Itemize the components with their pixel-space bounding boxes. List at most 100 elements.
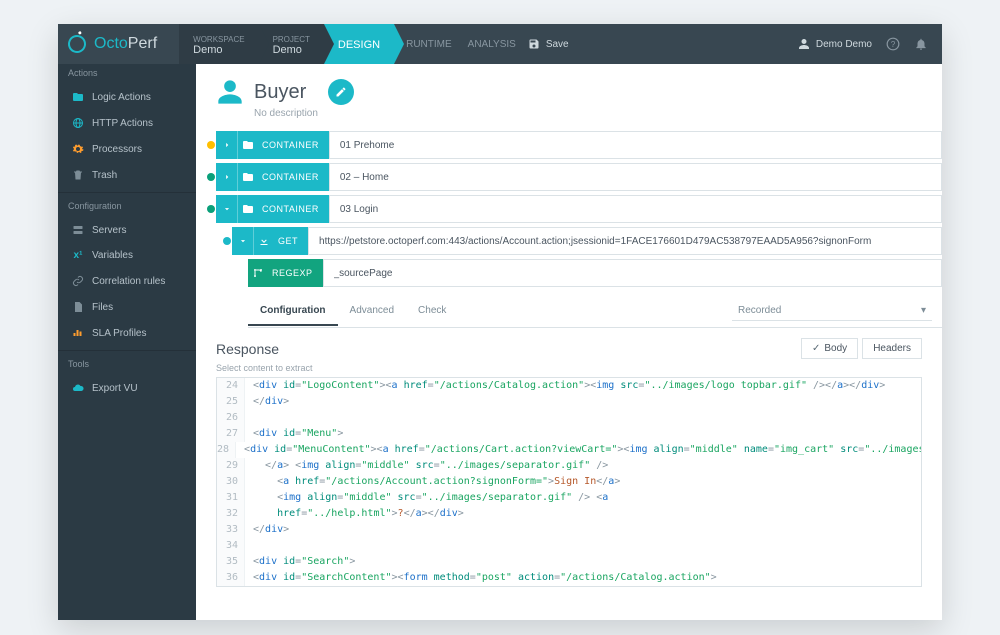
sidebar-item-processors[interactable]: Processors [58,136,196,162]
expand-toggle[interactable] [232,227,254,255]
container-name[interactable]: 03 Login [329,195,942,223]
node-type-label: CONTAINER [258,204,329,214]
action-tree: CONTAINER01 PrehomeCONTAINER02 – HomeCON… [196,131,942,291]
sidebar-item-sla-profiles[interactable]: SLA Profiles [58,320,196,346]
file-icon [72,301,84,313]
extractor-name-input[interactable] [334,268,931,279]
sidebar-item-label: Correlation rules [92,276,165,287]
container-node[interactable]: CONTAINER02 – Home [206,163,942,191]
code-line[interactable]: 27<div id="Menu"> [217,426,921,442]
container-name[interactable]: 01 Prehome [329,131,942,159]
save-icon [528,38,540,50]
vu-header: Buyer [196,64,942,114]
link-icon [72,275,84,287]
cloud-icon [72,382,84,394]
edit-button[interactable] [328,79,354,105]
sidebar-item-export-vu[interactable]: Export VU [58,375,196,401]
sidebar-item-label: Processors [92,144,142,155]
sidebar-item-variables[interactable]: x¹ Variables [58,243,196,268]
breadcrumb-workspace[interactable]: WORKSPACE Demo [179,24,258,64]
folder-icon [238,139,258,151]
response-code[interactable]: 24<div id="LogoContent"><a href="/action… [216,377,922,587]
recorded-select[interactable]: Recorded ▾ [732,301,932,321]
branch-icon [248,267,268,279]
extractor-tabs: ConfigurationAdvancedCheck Recorded ▾ [248,295,942,328]
svg-text:?: ? [891,40,896,49]
code-line[interactable]: 26 [217,410,921,426]
sidebar-item-correlation-rules[interactable]: Correlation rules [58,268,196,294]
sidebar-item-label: SLA Profiles [92,328,146,339]
code-line[interactable]: 34 [217,538,921,554]
chevron-down-icon: ▾ [921,305,926,316]
sidebar-item-http-actions[interactable]: HTTP Actions [58,110,196,136]
user-icon [798,38,810,50]
sidebar-item-trash[interactable]: Trash [58,162,196,188]
extractor-type: REGEXP [268,268,323,278]
sidebar-item-label: Logic Actions [92,92,151,103]
url-input[interactable] [319,236,931,247]
sidebar-section-title: Configuration [58,197,196,217]
topbar: OctoPerf WORKSPACE Demo PROJECT Demo DES… [58,24,942,64]
sidebar-item-label: Servers [92,225,126,236]
bell-icon[interactable] [914,37,928,51]
sidebar-item-label: Files [92,302,113,313]
sidebar: Actions Logic Actions HTTP Actions Processo… [58,64,196,620]
code-line[interactable]: 30 <a href="/actions/Account.action?sign… [217,474,921,490]
globe-icon [72,117,84,129]
code-line[interactable]: 29 </a> <img align="middle" src="../imag… [217,458,921,474]
nav-analysis[interactable]: ANALYSIS [468,39,516,50]
tab-check[interactable]: Check [406,297,458,325]
code-line[interactable]: 32 href="../help.html">?</a></div> [217,506,921,522]
sidebar-item-label: Variables [92,250,133,261]
response-title: Response [216,341,279,357]
code-line[interactable]: 28<div id="MenuContent"><a href="/action… [217,442,921,458]
folder-icon [238,171,258,183]
sidebar-item-servers[interactable]: Servers [58,217,196,243]
vu-name: Buyer [254,81,306,104]
code-line[interactable]: 36<div id="SearchContent"><form method="… [217,570,921,586]
logo[interactable]: OctoPerf [58,35,171,53]
node-type-label: CONTAINER [258,140,329,150]
nav-runtime[interactable]: RUNTIME [406,39,452,50]
download-icon [254,235,274,247]
code-line[interactable]: 37 <input size="14" name="keyword" type=… [217,586,921,587]
folder-icon [238,203,258,215]
tab-advanced[interactable]: Advanced [338,297,406,325]
server-icon [72,224,84,236]
logo-icon [65,32,88,55]
extractor-name[interactable] [323,259,942,287]
expand-toggle[interactable] [216,195,238,223]
user-menu[interactable]: Demo Demo [798,38,872,50]
trash-icon [72,169,84,181]
vu-description: No description [196,108,942,119]
sidebar-item-label: Export VU [92,383,138,394]
tab-configuration[interactable]: Configuration [248,297,338,326]
help-icon[interactable]: ? [886,37,900,51]
expand-toggle[interactable] [216,163,238,191]
save-button[interactable]: Save [528,38,569,50]
code-line[interactable]: 35<div id="Search"> [217,554,921,570]
var-icon: x¹ [72,250,84,261]
sidebar-item-logic-actions[interactable]: Logic Actions [58,84,196,110]
headers-toggle[interactable]: Headers [862,338,922,359]
container-node[interactable]: CONTAINER01 Prehome [206,131,942,159]
sla-icon [72,327,84,339]
sidebar-section-title: Tools [58,355,196,375]
pencil-icon [335,86,347,98]
nav-design[interactable]: DESIGN [324,24,394,64]
body-toggle[interactable]: Body [801,338,858,359]
node-type-label: CONTAINER [258,172,329,182]
request-node[interactable]: GET [222,227,942,255]
container-node[interactable]: CONTAINER03 Login [206,195,942,223]
code-line[interactable]: 25</div> [217,394,921,410]
sidebar-item-files[interactable]: Files [58,294,196,320]
expand-toggle[interactable] [216,131,238,159]
code-line[interactable]: 33</div> [217,522,921,538]
request-url[interactable] [308,227,942,255]
code-line[interactable]: 24<div id="LogoContent"><a href="/action… [217,378,921,394]
sidebar-section-title: Actions [58,64,196,84]
container-name[interactable]: 02 – Home [329,163,942,191]
code-line[interactable]: 31 <img align="middle" src="../images/se… [217,490,921,506]
extractor-node[interactable]: REGEXP [248,259,942,287]
user-avatar-icon [216,78,244,106]
